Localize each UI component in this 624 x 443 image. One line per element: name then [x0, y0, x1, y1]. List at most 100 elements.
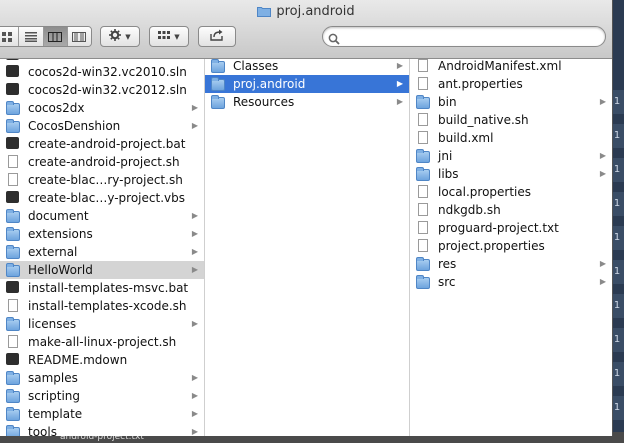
folder-item-src[interactable]: src ▶ [410, 273, 612, 291]
folder-item-jni[interactable]: jni ▶ [410, 147, 612, 165]
executable-file-icon [6, 191, 20, 205]
executable-file-icon [6, 137, 20, 151]
window-title: proj.android [0, 4, 612, 21]
folder-item-tools[interactable]: tools ▶ [0, 423, 204, 436]
arrange-menu-button[interactable]: ▼ [149, 26, 189, 47]
column-1[interactable]: cocos2d-win32.vc2010.sln cocos2d-win32.vc… [0, 59, 205, 436]
file-item-local-properties[interactable]: local.properties [410, 183, 612, 201]
document-icon [416, 203, 430, 217]
share-button[interactable] [198, 26, 236, 47]
icon-view-icon[interactable] [0, 27, 20, 46]
disclosure-arrow-icon: ▶ [191, 409, 198, 418]
document-icon [6, 155, 20, 169]
item-label: CocosDenshion [28, 119, 121, 133]
file-item-project-properties[interactable]: project.properties [410, 237, 612, 255]
chevron-down-icon: ▼ [125, 32, 131, 41]
disclosure-arrow-icon: ▶ [191, 427, 198, 436]
file-item-cocos2d-win32-vc2012-sln[interactable]: cocos2d-win32.vc2012.sln [0, 81, 204, 99]
folder-icon [211, 59, 225, 73]
file-item-create-blac-ry-project-sh[interactable]: create-blac…ry-project.sh [0, 171, 204, 189]
document-icon [416, 77, 430, 91]
folder-icon [6, 389, 20, 403]
folder-item-resources[interactable]: Resources ▶ [205, 93, 409, 111]
folder-item-proj-android[interactable]: proj.android ▶ [205, 75, 409, 93]
file-item-cocos2d-win32-vc2010-sln[interactable]: cocos2d-win32.vc2010.sln [0, 63, 204, 81]
disclosure-arrow-icon: ▶ [191, 391, 198, 400]
column-browser: cocos2d-win32.vc2010.sln cocos2d-win32.vc… [0, 59, 612, 436]
file-item-readme-mdown[interactable]: README.mdown [0, 351, 204, 369]
file-item-build-xml[interactable]: build.xml [410, 129, 612, 147]
action-menu-button[interactable]: ▼ [100, 26, 140, 47]
document-icon [416, 239, 430, 253]
file-item-install-templates-msvc-bat[interactable]: install-templates-msvc.bat [0, 279, 204, 297]
folder-icon [6, 119, 20, 133]
file-item-build-native-sh[interactable]: build_native.sh [410, 111, 612, 129]
column-2[interactable]: Classes ▶ proj.android ▶ Resources ▶ [205, 59, 410, 436]
folder-item-document[interactable]: document ▶ [0, 207, 204, 225]
disclosure-arrow-icon: ▶ [599, 97, 606, 106]
folder-icon [6, 371, 20, 385]
item-label: tools [28, 425, 57, 436]
folder-item-bin[interactable]: bin ▶ [410, 93, 612, 111]
executable-file-icon [6, 281, 20, 295]
file-item-ndkgdb-sh[interactable]: ndkgdb.sh [410, 201, 612, 219]
item-label: create-android-project.bat [28, 137, 186, 151]
file-item-ant-properties[interactable]: ant.properties [410, 75, 612, 93]
folder-item-licenses[interactable]: licenses ▶ [0, 315, 204, 333]
file-item-install-templates-xcode-sh[interactable]: install-templates-xcode.sh [0, 297, 204, 315]
disclosure-arrow-icon: ▶ [599, 169, 606, 178]
file-item-androidmanifest-xml[interactable]: AndroidManifest.xml [410, 59, 612, 75]
item-label: README.mdown [28, 353, 128, 367]
folder-item-scripting[interactable]: scripting ▶ [0, 387, 204, 405]
item-label: install-templates-xcode.sh [28, 299, 187, 313]
disclosure-arrow-icon: ▶ [599, 151, 606, 160]
folder-item-res[interactable]: res ▶ [410, 255, 612, 273]
folder-item-helloworld[interactable]: HelloWorld ▶ [0, 261, 204, 279]
item-label: HelloWorld [28, 263, 93, 277]
folder-item-cocosdenshion[interactable]: CocosDenshion ▶ [0, 117, 204, 135]
disclosure-arrow-icon: ▶ [191, 211, 198, 220]
item-label: jni [438, 149, 453, 163]
search-input[interactable] [343, 29, 602, 46]
file-item-create-android-project-bat[interactable]: create-android-project.bat [0, 135, 204, 153]
item-label: Classes [233, 59, 279, 73]
folder-item-classes[interactable]: Classes ▶ [205, 59, 409, 75]
item-label: cocos2dx [28, 101, 85, 115]
disclosure-arrow-icon: ▶ [599, 277, 606, 286]
file-item-create-android-project-sh[interactable]: create-android-project.sh [0, 153, 204, 171]
item-label: ndkgdb.sh [438, 203, 501, 217]
item-label: build_native.sh [438, 113, 529, 127]
item-label: create-blac…ry-project.sh [28, 173, 183, 187]
folder-icon [6, 245, 20, 259]
folder-icon [6, 227, 20, 241]
folder-icon [416, 95, 430, 109]
search-field[interactable] [322, 26, 606, 47]
folder-item-external[interactable]: external ▶ [0, 243, 204, 261]
file-item-create-blac-y-project-vbs[interactable]: create-blac…y-project.vbs [0, 189, 204, 207]
item-label: proj.android [233, 77, 306, 91]
column-view-icon[interactable] [43, 27, 68, 46]
item-label: licenses [28, 317, 77, 331]
file-item-proguard-project-txt[interactable]: proguard-project.txt [410, 219, 612, 237]
list-view-icon[interactable] [19, 27, 44, 46]
item-label: install-templates-msvc.bat [28, 281, 189, 295]
folder-item-extensions[interactable]: extensions ▶ [0, 225, 204, 243]
folder-icon [6, 407, 20, 421]
view-mode-segmented-control[interactable] [0, 26, 92, 47]
disclosure-arrow-icon: ▶ [396, 79, 403, 88]
coverflow-view-icon[interactable] [67, 27, 91, 46]
file-item-make-all-linux-project-sh[interactable]: make-all-linux-project.sh [0, 333, 204, 351]
folder-icon [211, 95, 225, 109]
folder-icon [416, 167, 430, 181]
item-label: ant.properties [438, 77, 523, 91]
folder-icon [416, 257, 430, 271]
folder-icon [6, 263, 20, 277]
folder-item-samples[interactable]: samples ▶ [0, 369, 204, 387]
column-3[interactable]: AndroidManifest.xml ant.properties bin ▶ bui… [410, 59, 612, 436]
item-label: create-blac…y-project.vbs [28, 191, 185, 205]
folder-item-libs[interactable]: libs ▶ [410, 165, 612, 183]
folder-item-template[interactable]: template ▶ [0, 405, 204, 423]
document-icon [416, 59, 430, 73]
folder-item-cocos2dx[interactable]: cocos2dx ▶ [0, 99, 204, 117]
item-label: Resources [233, 95, 295, 109]
